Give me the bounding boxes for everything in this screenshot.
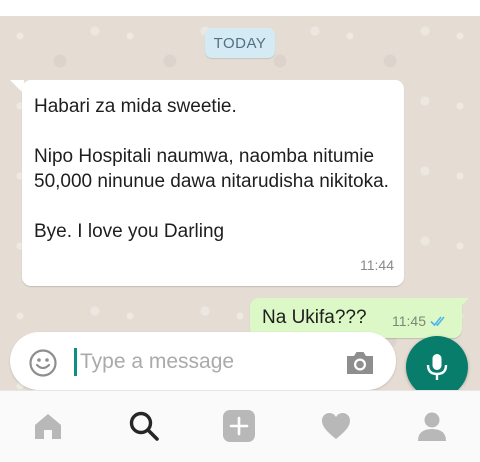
camera-icon[interactable]: [344, 349, 376, 377]
message-composer: [10, 332, 396, 390]
microphone-icon: [426, 354, 448, 380]
message-input[interactable]: [80, 346, 330, 378]
nav-home[interactable]: [31, 409, 65, 443]
add-icon: [223, 410, 255, 442]
date-chip: TODAY: [205, 28, 275, 58]
incoming-message-bubble[interactable]: Habari za mida sweetie. Nipo Hospitali n…: [22, 80, 404, 286]
microphone-button[interactable]: [406, 336, 468, 398]
emoji-icon[interactable]: [28, 348, 58, 378]
nav-add[interactable]: [222, 409, 256, 443]
nav-activity[interactable]: [319, 409, 353, 443]
incoming-message-time: 11:44: [360, 257, 394, 273]
incoming-message-text: Habari za mida sweetie. Nipo Hospitali n…: [34, 96, 389, 242]
double-check-icon: [430, 316, 445, 327]
outgoing-message-time: 11:45: [392, 313, 426, 329]
home-icon: [35, 414, 61, 439]
text-cursor: [74, 348, 77, 376]
top-strip: [0, 0, 480, 16]
outgoing-message-text: Na Ukifa???: [262, 307, 367, 328]
profile-icon: [418, 412, 446, 441]
outgoing-message-meta: 11:45: [392, 313, 448, 329]
nav-profile[interactable]: [415, 409, 449, 443]
search-icon: [129, 411, 159, 441]
bottom-navigation: [0, 390, 480, 462]
nav-search[interactable]: [127, 409, 161, 443]
heart-icon: [322, 413, 350, 439]
